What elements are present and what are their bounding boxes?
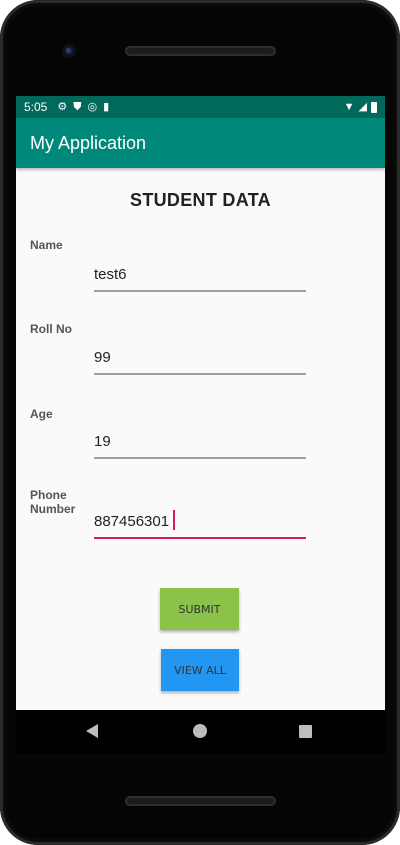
sd-card-icon: ▮ (103, 100, 110, 113)
settings-icon: ⚙ (57, 100, 68, 113)
back-icon[interactable] (86, 724, 98, 738)
name-label: Name (30, 238, 63, 252)
age-label: Age (30, 407, 53, 421)
status-bar: 5:05 ⚙ ⛊ ◎ ▮ ▼ ◢ (16, 96, 385, 118)
roll-no-label: Roll No (30, 322, 72, 336)
status-left-icons: ⚙ ⛊ ◎ ▮ (57, 100, 110, 113)
shield-icon: ⛊ (73, 100, 82, 113)
name-field[interactable] (94, 258, 306, 292)
home-icon[interactable] (193, 724, 207, 738)
earpiece-speaker (125, 46, 276, 56)
text-cursor (173, 510, 175, 530)
status-right-icons: ▼ ◢ (343, 100, 377, 113)
page-title: STUDENT DATA (130, 190, 271, 210)
status-time: 5:05 (24, 100, 48, 114)
screen: 5:05 ⚙ ⛊ ◎ ▮ ▼ ◢ My Application STUDENT … (16, 96, 385, 710)
phone-number-label: Phone Number (30, 488, 76, 516)
sync-icon: ◎ (87, 100, 98, 113)
phone-number-field[interactable] (94, 505, 306, 539)
app-bar: My Application (16, 118, 385, 168)
age-field[interactable] (94, 425, 306, 459)
signal-icon: ◢ (358, 100, 367, 113)
navigation-bar (16, 710, 385, 754)
submit-button[interactable]: SUBMIT (160, 588, 239, 630)
view-all-button[interactable]: VIEW ALL (161, 649, 239, 691)
form-content: STUDENT DATA Name Roll No Age Phone Numb… (16, 168, 385, 710)
front-camera (62, 44, 76, 58)
phone-frame: 5:05 ⚙ ⛊ ◎ ▮ ▼ ◢ My Application STUDENT … (0, 0, 400, 845)
roll-no-field[interactable] (94, 341, 306, 375)
battery-icon (371, 101, 377, 113)
bottom-speaker (125, 796, 276, 806)
recents-icon[interactable] (299, 725, 312, 738)
wifi-icon: ▼ (343, 100, 355, 113)
app-title: My Application (30, 132, 147, 153)
